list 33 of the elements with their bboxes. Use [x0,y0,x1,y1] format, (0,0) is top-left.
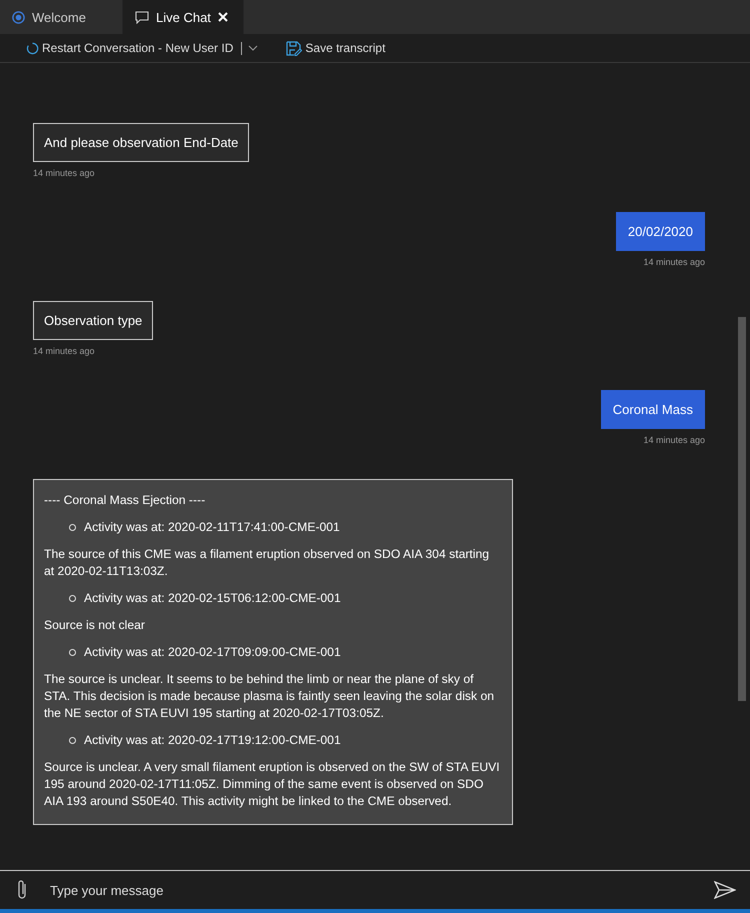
bullet-icon [69,524,76,531]
list-item: Activity was at: 2020-02-17T09:09:00-CME-001 [84,644,341,661]
timestamp: 14 minutes ago [643,257,705,267]
bullet-icon [69,649,76,656]
user-message: 20/02/2020 [616,212,705,251]
bullet-icon [69,595,76,602]
list-item: Activity was at: 2020-02-17T19:12:00-CME-001 [84,732,341,749]
paragraph: ---- Coronal Mass Ejection ---- [44,492,206,509]
timestamp: 14 minutes ago [33,168,95,178]
paragraph: The source is unclear. It seems to be behind the limb or near the plane of sky of STA. This decision is made because plasma is faintly seen leaving the solar disk on the NE sector of STA EUVI 195 starting at 2020-02-17T03:05Z. [44,671,496,722]
send-icon[interactable] [714,881,736,899]
paragraph: Source is unclear. A very small filament eruption is observed on the SW of STA EUVI 195 around 2020-02-17T11:05Z. Dimming of the same event is observed on SDO AIA 193 around S50E40. This activity might be linked to the CME observed. [44,759,501,810]
message-input[interactable]: Type your message [48,882,694,898]
chevron-down-icon[interactable] [248,44,258,52]
restart-conversation-button[interactable]: Restart Conversation - New User ID [26,41,234,55]
paperclip-icon[interactable] [16,879,28,901]
user-message: Coronal Mass [600,390,705,429]
list-item: Activity was at: 2020-02-15T06:12:00-CME-001 [84,590,341,607]
bullet-icon [69,737,76,744]
tab[interactable]: Live Chat [123,0,244,34]
timestamp: 14 minutes ago [33,346,95,356]
save-icon [286,40,302,56]
paragraph: The source of this CME was a filament eruption observed on SDO AIA 304 starting at 2020-02-11T13:03Z. [44,546,490,580]
list-item: Activity was at: 2020-02-11T17:41:00-CME-001 [84,519,340,536]
save-transcript-button[interactable]: Save transcript [286,40,386,56]
bot-message: Observation type [33,301,154,340]
refresh-icon [26,42,39,54]
bot-message: And please observation End-Date [33,123,250,162]
timestamp: 14 minutes ago [643,435,705,445]
paragraph: Source is not clear [44,617,146,634]
close-icon[interactable] [218,12,228,22]
scrollbar[interactable] [738,317,746,701]
chat-icon [135,10,149,24]
